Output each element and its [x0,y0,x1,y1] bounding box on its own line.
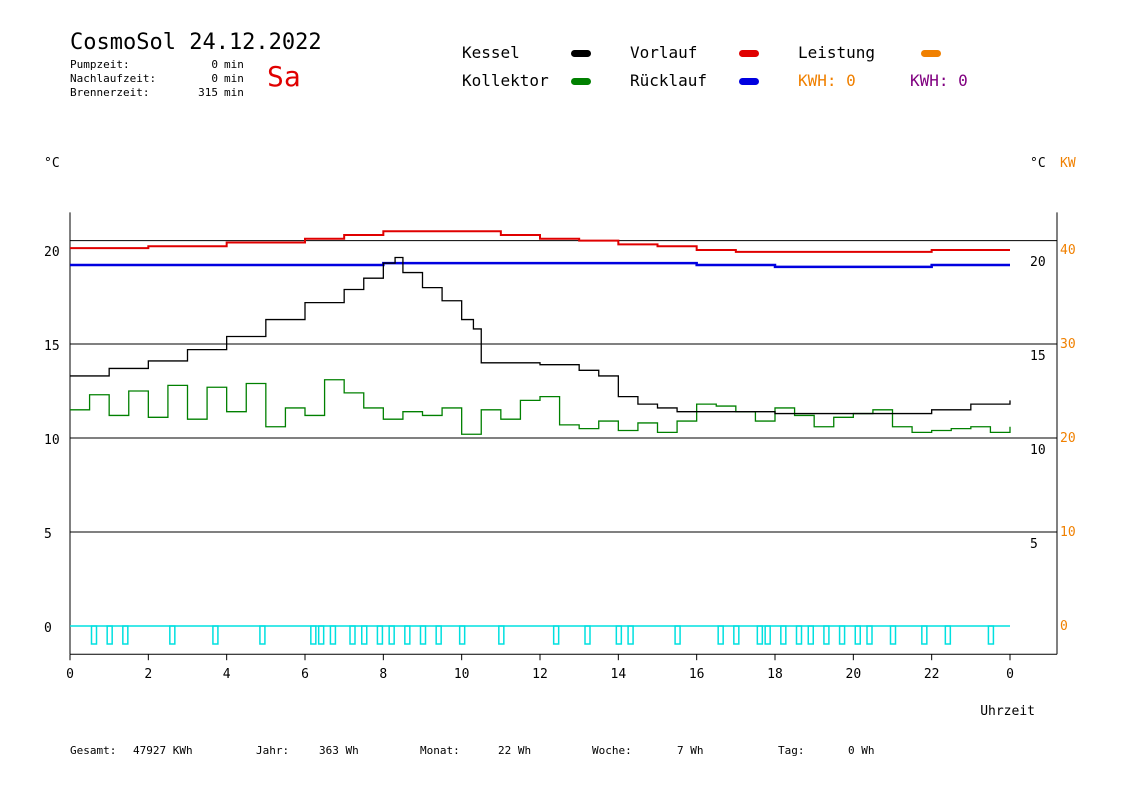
pump-pulse [106,625,113,645]
y-tick-label-right-kw: 30 [1060,337,1076,352]
pump-pulse [717,625,724,645]
y-tick-label-left: 10 [44,433,60,448]
pump-pulse [122,625,129,645]
pump-pulse [404,625,411,645]
y-tick-label-right-celsius: 10 [1030,443,1046,458]
pump-pulse [259,625,266,645]
y-tick-label-left: 20 [44,245,60,260]
footer-woche-value: 7 Wh [677,744,704,757]
x-tick-label: 0 [1006,667,1014,682]
pump-pulse [552,625,560,645]
pump-pulse [838,625,846,645]
pump-pulse [823,625,830,645]
y-tick-label-right-kw: 40 [1060,243,1076,258]
x-tick-label: 16 [689,667,705,682]
y-tick-label-right-celsius: 15 [1030,349,1046,364]
footer-gesamt-value: 47927 KWh [133,744,193,757]
footer-jahr-label: Jahr: [256,744,290,757]
pump-pulse [764,625,771,645]
x-axis-label: Uhrzeit [980,704,1035,719]
y-tick-label-right-celsius: 20 [1030,255,1046,270]
y-tick-label-right-kw: 0 [1060,619,1068,634]
y-tick-label-left: 15 [44,339,60,354]
series-line-kollektor [70,379,1011,435]
pump-pulse [435,625,442,645]
series-line-kessel [70,256,1011,415]
pump-pulse [584,625,591,645]
y-tick-label-right-kw: 20 [1060,431,1076,446]
pump-pulse [627,625,634,645]
x-tick-label: 2 [144,667,152,682]
x-tick-label: 10 [454,667,470,682]
pump-pulse [376,625,384,645]
pump-pulse [866,625,873,645]
pump-pulse [854,625,861,645]
pump-pulse [615,625,623,645]
series-line-vorlauf [70,230,1010,253]
pump-pulse [987,625,995,645]
y-tick-label-left: 0 [44,621,52,636]
pump-pulse [317,625,325,645]
pump-pulse [921,625,928,645]
pump-pulse [310,625,317,645]
x-tick-label: 22 [924,667,940,682]
temperature-chart: 0 2 4 6 8 10 12 14 16 18 20 22 0 Uhrzeit 0 5 10 15 20 5 10 15… [44,212,1076,719]
pump-pulse [361,625,368,645]
x-tick-label: 6 [301,667,309,682]
pump-pulse [329,625,337,645]
pump-pulse [807,625,814,645]
x-tick-label: 20 [846,667,862,682]
pump-pulse [349,625,356,645]
x-tick-label: 4 [223,667,231,682]
pump-pulse [169,625,176,645]
x-tick-label: 0 [66,667,74,682]
pump-pulse [795,625,803,645]
y-tick-label-right-kw: 10 [1060,525,1076,540]
footer-gesamt-label: Gesamt: [70,744,117,757]
pump-pulse [780,625,787,645]
x-tick-label: 12 [532,667,548,682]
x-tick-label: 8 [379,667,387,682]
y-tick-label-left: 5 [44,527,52,542]
footer-woche-label: Woche: [592,744,632,757]
pump-pulse [90,625,98,645]
pump-pulse [733,625,740,645]
y-tick-label-right-celsius: 5 [1030,537,1038,552]
pump-pulse [388,625,395,645]
pump-pulse [756,625,764,645]
pump-pulse [944,625,952,645]
pump-pulse [458,625,466,645]
pump-pulse [889,625,897,645]
x-tick-label: 18 [767,667,783,682]
footer-monat-value: 22 Wh [498,744,532,757]
footer-monat-label: Monat: [420,744,460,757]
x-tick-label: 14 [611,667,627,682]
footer-tag-label: Tag: [778,744,805,757]
pump-pulse [419,625,427,645]
pump-pulse [498,625,505,645]
pump-pulse [212,625,219,645]
footer-jahr-value: 363 Wh [319,744,359,757]
series-line-ruecklauf [70,261,1010,269]
footer-tag-value: 0 Wh [848,744,875,757]
pump-pulse [674,625,681,645]
